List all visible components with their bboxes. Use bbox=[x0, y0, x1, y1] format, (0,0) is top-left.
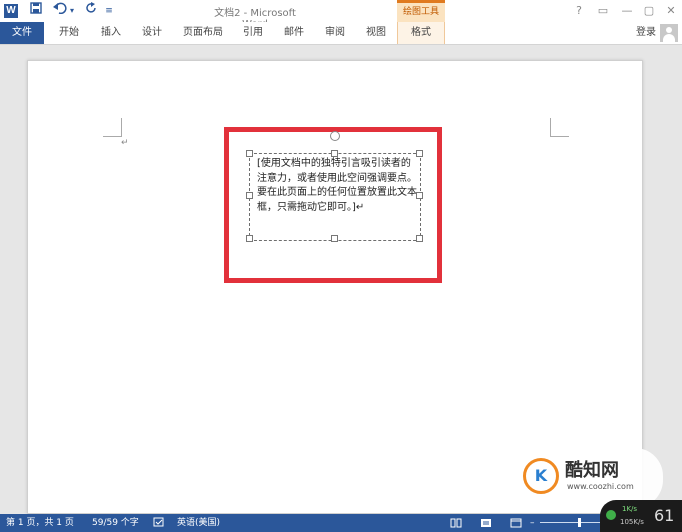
resize-handle[interactable] bbox=[416, 235, 423, 242]
resize-handle[interactable] bbox=[331, 150, 338, 157]
ribbon-display-options-icon[interactable]: ▭ bbox=[594, 3, 612, 19]
zoom-slider-thumb[interactable] bbox=[578, 518, 581, 527]
resize-handle[interactable] bbox=[246, 235, 253, 242]
margin-corner-top-left bbox=[103, 118, 122, 137]
minimize-icon[interactable]: — bbox=[618, 3, 636, 19]
undo-dropdown-icon[interactable]: ▾ bbox=[68, 2, 76, 20]
sign-in-link[interactable]: 登录 bbox=[636, 22, 656, 44]
tab-file[interactable]: 文件 bbox=[0, 22, 44, 44]
help-icon[interactable]: ? bbox=[570, 3, 588, 19]
redo-icon[interactable] bbox=[84, 2, 100, 20]
resize-handle[interactable] bbox=[246, 150, 253, 157]
tab-design[interactable]: 设计 bbox=[142, 22, 162, 44]
margin-corner-top-right bbox=[550, 118, 569, 137]
resize-handle[interactable] bbox=[416, 150, 423, 157]
status-bar: 第 1 页，共 1 页 59/59 个字 英语(美国) – bbox=[0, 514, 682, 532]
close-icon[interactable]: ✕ bbox=[662, 3, 680, 19]
watermark-url: www.coozhi.com bbox=[567, 482, 634, 491]
ribbon-tab-bar: 文件 开始 插入 设计 页面布局 引用 邮件 审阅 视图 格式 登录 bbox=[0, 22, 682, 45]
word-app-icon[interactable]: W bbox=[4, 4, 18, 18]
avatar[interactable] bbox=[660, 24, 678, 42]
page-count[interactable]: 第 1 页，共 1 页 bbox=[6, 514, 74, 532]
customize-quick-access-icon[interactable]: ≡ bbox=[104, 2, 114, 20]
tab-insert[interactable]: 插入 bbox=[101, 22, 121, 44]
title-bar: W ▾ ≡ 文档2 - Microsoft Word 绘图工具 ? ▭ — ▢ … bbox=[0, 0, 682, 30]
upload-speed: 1K/s bbox=[622, 505, 638, 513]
undo-icon[interactable] bbox=[52, 2, 68, 20]
save-icon[interactable] bbox=[28, 2, 44, 20]
status-dot-icon bbox=[606, 510, 616, 520]
watermark-name: 酷知网 bbox=[565, 460, 619, 481]
drawing-tools-context-label: 绘图工具 bbox=[397, 0, 445, 22]
resize-handle[interactable] bbox=[331, 235, 338, 242]
resize-handle[interactable] bbox=[416, 192, 423, 199]
print-layout-icon[interactable] bbox=[480, 514, 492, 532]
tab-mailings[interactable]: 邮件 bbox=[284, 22, 304, 44]
text-box[interactable]: [使用文档中的独特引言吸引读者的注意力，或者使用此空间强调要点。要在此页面上的任… bbox=[246, 150, 423, 242]
zoom-slider[interactable] bbox=[540, 522, 600, 523]
tab-home[interactable]: 开始 bbox=[59, 22, 79, 44]
document-page[interactable]: ↵ [使用文档中的独特引言吸引读者的注意力，或者使用此空间强调要点。要在此页面上… bbox=[27, 60, 643, 514]
zoom-out-icon[interactable]: – bbox=[530, 514, 535, 532]
network-speed-widget: 1K/s 105K/s 61 bbox=[600, 500, 682, 532]
usage-percent: 61 bbox=[654, 506, 675, 525]
resize-handle[interactable] bbox=[246, 192, 253, 199]
site-watermark: K 酷知网 www.coozhi.com bbox=[513, 448, 663, 508]
read-mode-icon[interactable] bbox=[450, 514, 462, 532]
web-layout-icon[interactable] bbox=[510, 514, 522, 532]
download-speed: 105K/s bbox=[620, 518, 644, 526]
word-count[interactable]: 59/59 个字 bbox=[92, 514, 139, 532]
maximize-icon[interactable]: ▢ bbox=[640, 3, 658, 19]
tab-review[interactable]: 审阅 bbox=[325, 22, 345, 44]
tab-page-layout[interactable]: 页面布局 bbox=[183, 22, 223, 44]
proofing-icon[interactable] bbox=[153, 514, 165, 532]
paragraph-mark: ↵ bbox=[121, 138, 129, 148]
text-box-content[interactable]: [使用文档中的独特引言吸引读者的注意力，或者使用此空间强调要点。要在此页面上的任… bbox=[257, 157, 417, 215]
tab-view[interactable]: 视图 bbox=[366, 22, 386, 44]
watermark-logo: K bbox=[523, 458, 559, 494]
tab-format[interactable]: 格式 bbox=[397, 22, 445, 44]
language-indicator[interactable]: 英语(美国) bbox=[177, 514, 220, 532]
tab-references[interactable]: 引用 bbox=[243, 22, 263, 44]
rotate-handle[interactable] bbox=[330, 131, 340, 141]
